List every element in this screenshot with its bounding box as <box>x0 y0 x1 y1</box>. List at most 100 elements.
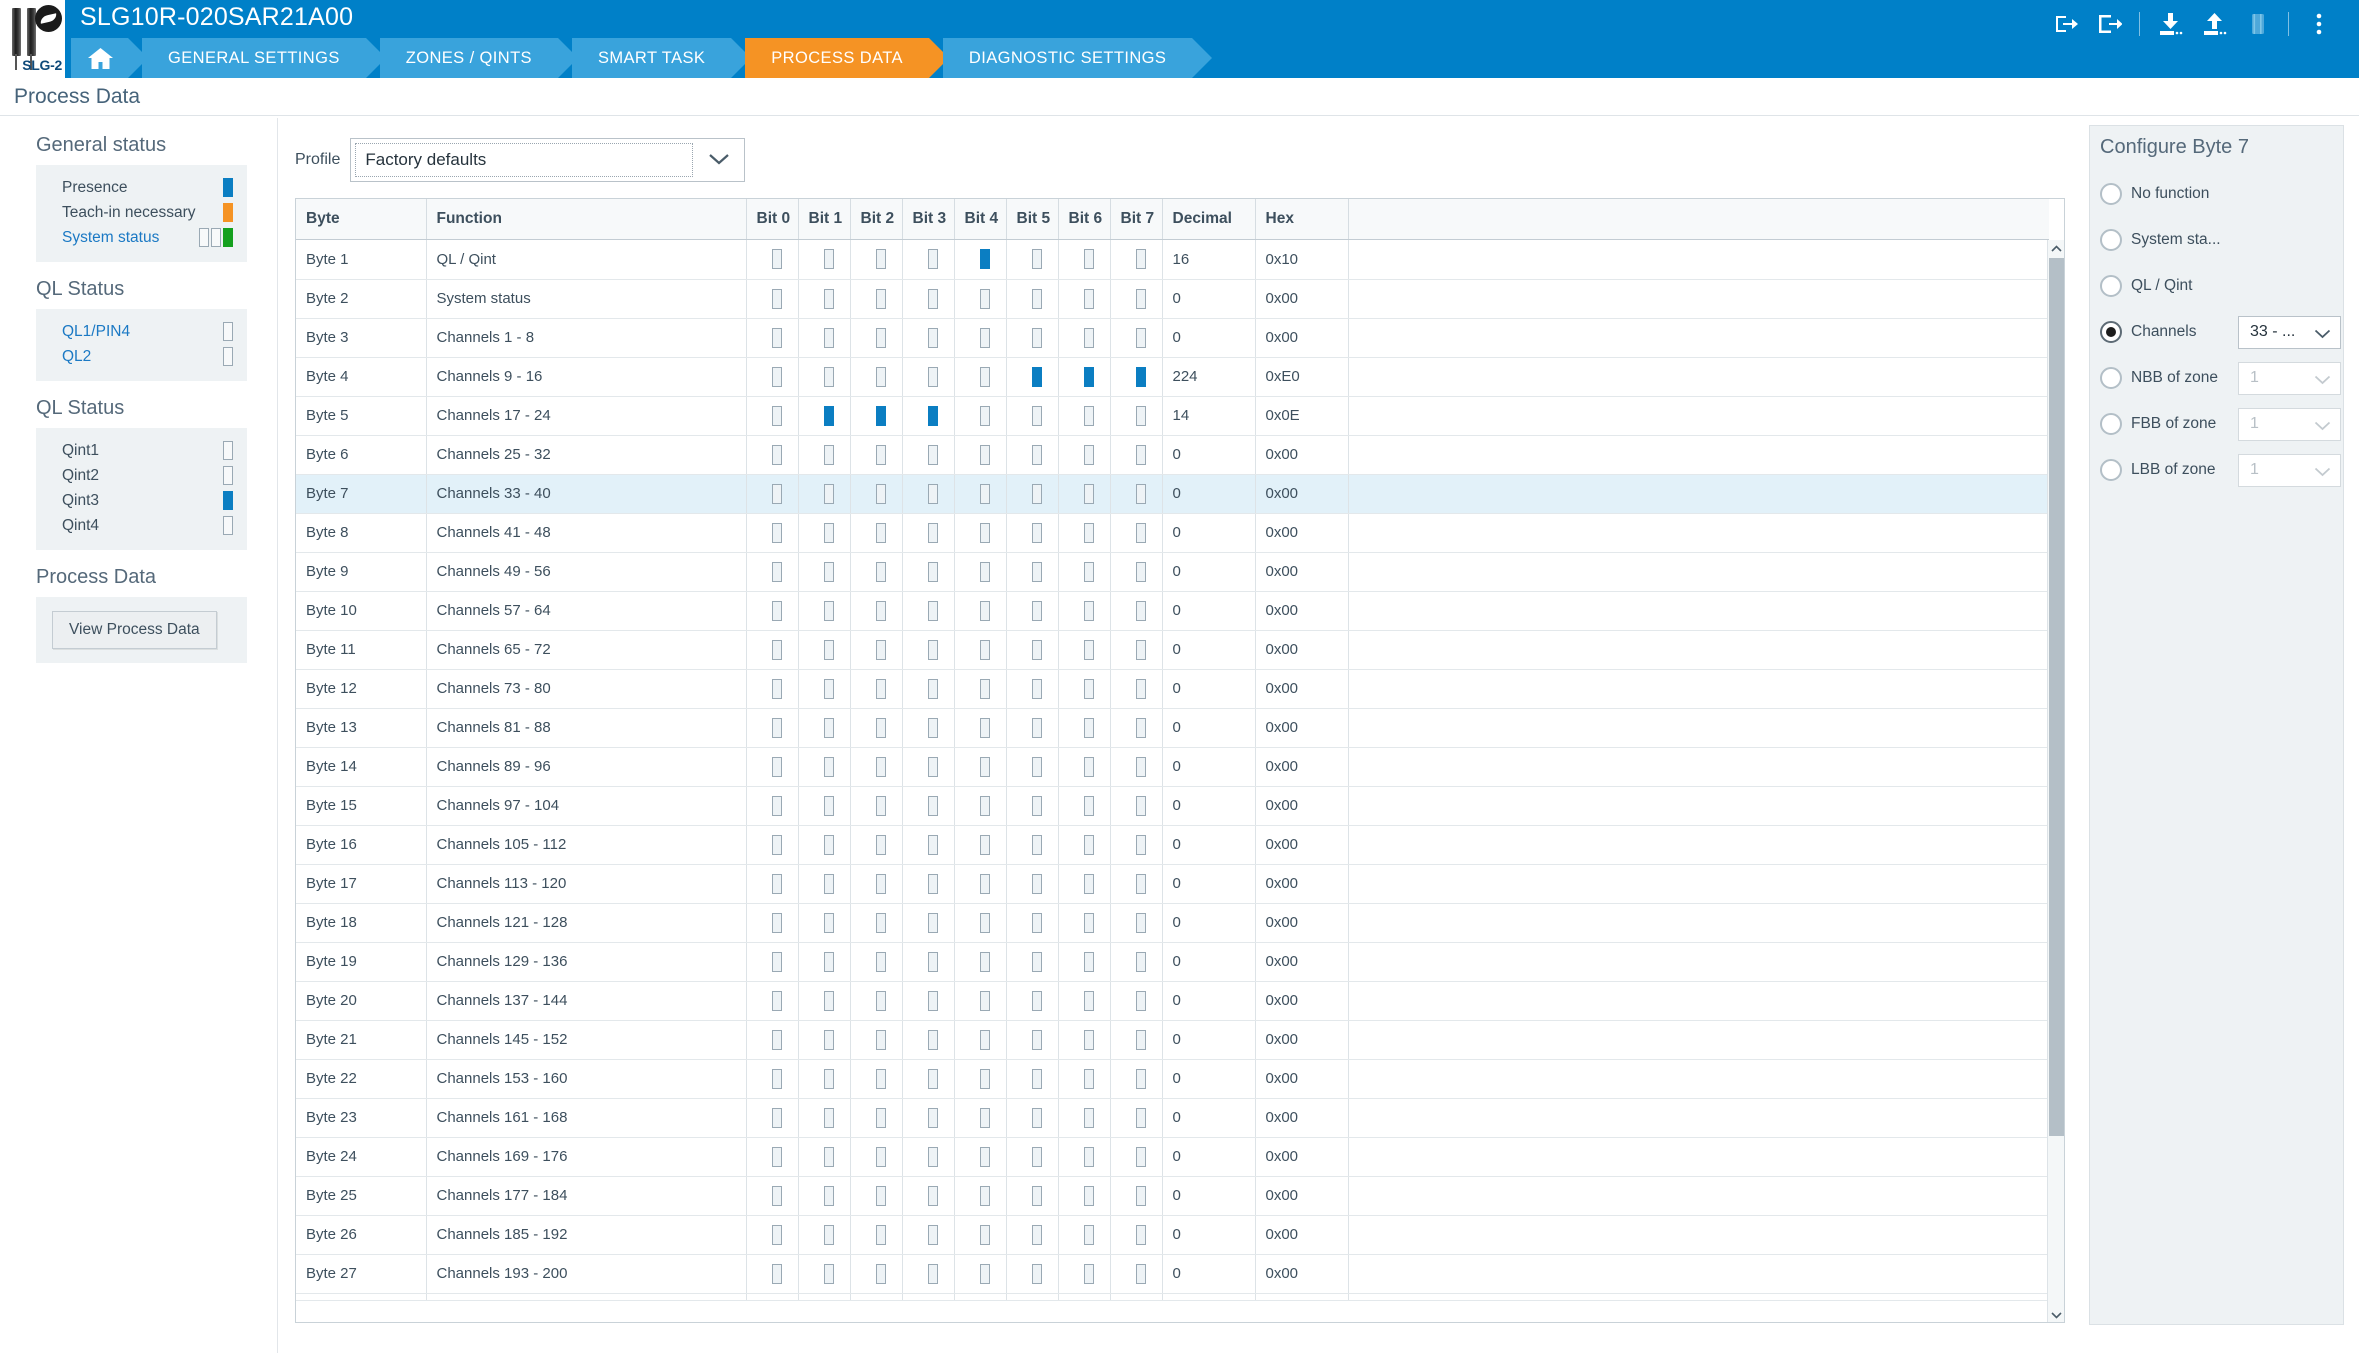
cell-bit-0[interactable] <box>746 357 799 397</box>
upload-icon[interactable] <box>2192 6 2236 42</box>
cell-bit-3[interactable] <box>902 747 955 787</box>
cell-bit-7[interactable] <box>1110 1137 1163 1177</box>
cell-bit-1[interactable] <box>798 1176 851 1216</box>
cell-bit-2[interactable] <box>850 669 903 709</box>
cell-bit-7[interactable] <box>1110 786 1163 826</box>
table-row[interactable]: Byte 17 Channels 113 - 120 0 0x00 <box>296 864 2049 904</box>
cell-bit-1[interactable] <box>798 942 851 982</box>
table-row[interactable]: Byte 6 Channels 25 - 32 0 0x00 <box>296 435 2049 475</box>
cell-bit-0[interactable] <box>746 552 799 592</box>
config-option-row[interactable]: Channels 33 - ... <box>2090 309 2343 355</box>
cell-bit-3[interactable] <box>902 396 955 436</box>
cell-bit-0[interactable] <box>746 435 799 475</box>
cell-bit-2[interactable] <box>850 1098 903 1138</box>
cell-bit-3[interactable] <box>902 474 955 514</box>
cell-bit-6[interactable] <box>1058 825 1111 865</box>
cell-bit-3[interactable] <box>902 357 955 397</box>
cell-bit-3[interactable] <box>902 825 955 865</box>
table-row[interactable]: Byte 5 Channels 17 - 24 14 0x0E <box>296 396 2049 436</box>
cell-bit-2[interactable] <box>850 396 903 436</box>
table-column-header[interactable]: Bit 4 <box>954 199 1007 240</box>
cell-bit-1[interactable] <box>798 513 851 553</box>
cell-bit-4[interactable] <box>954 1293 1007 1300</box>
cell-bit-1[interactable] <box>798 591 851 631</box>
cell-bit-0[interactable] <box>746 864 799 904</box>
cell-bit-4[interactable] <box>954 591 1007 631</box>
cell-bit-0[interactable] <box>746 942 799 982</box>
cell-bit-5[interactable] <box>1006 279 1059 319</box>
cell-bit-7[interactable] <box>1110 279 1163 319</box>
cell-bit-1[interactable] <box>798 1020 851 1060</box>
cell-bit-7[interactable] <box>1110 552 1163 592</box>
cell-bit-1[interactable] <box>798 357 851 397</box>
cell-bit-4[interactable] <box>954 513 1007 553</box>
more-menu-icon[interactable] <box>2297 6 2341 42</box>
cell-bit-3[interactable] <box>902 279 955 319</box>
cell-bit-5[interactable] <box>1006 825 1059 865</box>
cell-bit-7[interactable] <box>1110 1059 1163 1099</box>
cell-bit-6[interactable] <box>1058 435 1111 475</box>
cell-bit-4[interactable] <box>954 708 1007 748</box>
cell-bit-4[interactable] <box>954 825 1007 865</box>
scroll-up-arrow-icon[interactable] <box>2048 240 2064 257</box>
config-option-row[interactable]: No function <box>2090 171 2343 217</box>
cell-bit-4[interactable] <box>954 747 1007 787</box>
cell-bit-7[interactable] <box>1110 825 1163 865</box>
cell-bit-6[interactable] <box>1058 357 1111 397</box>
cell-bit-5[interactable] <box>1006 1059 1059 1099</box>
cell-bit-4[interactable] <box>954 474 1007 514</box>
cell-bit-2[interactable] <box>850 903 903 943</box>
cell-bit-4[interactable] <box>954 981 1007 1021</box>
cell-bit-3[interactable] <box>902 435 955 475</box>
cell-bit-7[interactable] <box>1110 357 1163 397</box>
table-column-header[interactable]: Bit 3 <box>902 199 955 240</box>
cell-bit-4[interactable] <box>954 1254 1007 1294</box>
cell-bit-3[interactable] <box>902 1254 955 1294</box>
cell-bit-0[interactable] <box>746 279 799 319</box>
cell-bit-7[interactable] <box>1110 591 1163 631</box>
cell-bit-3[interactable] <box>902 864 955 904</box>
cell-bit-6[interactable] <box>1058 942 1111 982</box>
cell-bit-6[interactable] <box>1058 1215 1111 1255</box>
config-option-row[interactable]: QL / Qint <box>2090 263 2343 309</box>
config-option-select[interactable]: 33 - ... <box>2238 315 2341 349</box>
cell-bit-4[interactable] <box>954 1020 1007 1060</box>
cell-bit-1[interactable] <box>798 435 851 475</box>
table-row[interactable]: Byte 10 Channels 57 - 64 0 0x00 <box>296 591 2049 631</box>
cell-bit-7[interactable] <box>1110 318 1163 358</box>
cell-bit-7[interactable] <box>1110 1020 1163 1060</box>
cell-bit-0[interactable] <box>746 1059 799 1099</box>
table-body-scroll-area[interactable]: Byte 1 QL / Qint 16 0x10 Byte 2 System status… <box>296 240 2049 1300</box>
cell-bit-0[interactable] <box>746 1020 799 1060</box>
cell-bit-1[interactable] <box>798 669 851 709</box>
cell-bit-7[interactable] <box>1110 435 1163 475</box>
cell-bit-3[interactable] <box>902 630 955 670</box>
table-row[interactable]: Byte 15 Channels 97 - 104 0 0x00 <box>296 786 2049 826</box>
cell-bit-0[interactable] <box>746 669 799 709</box>
cell-bit-7[interactable] <box>1110 981 1163 1021</box>
cell-bit-1[interactable] <box>798 630 851 670</box>
table-column-header[interactable]: Bit 1 <box>798 199 851 240</box>
sidebar-status-row[interactable]: QL2 <box>50 344 233 369</box>
cell-bit-2[interactable] <box>850 240 903 280</box>
cell-bit-0[interactable] <box>746 1293 799 1300</box>
cell-bit-6[interactable] <box>1058 786 1111 826</box>
cell-bit-1[interactable] <box>798 1254 851 1294</box>
cell-bit-3[interactable] <box>902 942 955 982</box>
table-column-header[interactable]: Byte <box>296 199 427 240</box>
cell-bit-5[interactable] <box>1006 240 1059 280</box>
download-icon[interactable] <box>2148 6 2192 42</box>
cell-bit-5[interactable] <box>1006 1254 1059 1294</box>
cell-bit-0[interactable] <box>746 981 799 1021</box>
cell-bit-2[interactable] <box>850 1137 903 1177</box>
cell-bit-4[interactable] <box>954 942 1007 982</box>
tab-zones-qints[interactable]: ZONES / QINTS <box>379 38 579 78</box>
cell-bit-5[interactable] <box>1006 1137 1059 1177</box>
cell-bit-4[interactable] <box>954 240 1007 280</box>
cell-bit-7[interactable] <box>1110 1254 1163 1294</box>
cell-bit-5[interactable] <box>1006 1176 1059 1216</box>
login-icon[interactable] <box>2043 6 2087 42</box>
cell-bit-4[interactable] <box>954 864 1007 904</box>
table-column-header[interactable]: Bit 0 <box>746 199 799 240</box>
cell-bit-6[interactable] <box>1058 1176 1111 1216</box>
